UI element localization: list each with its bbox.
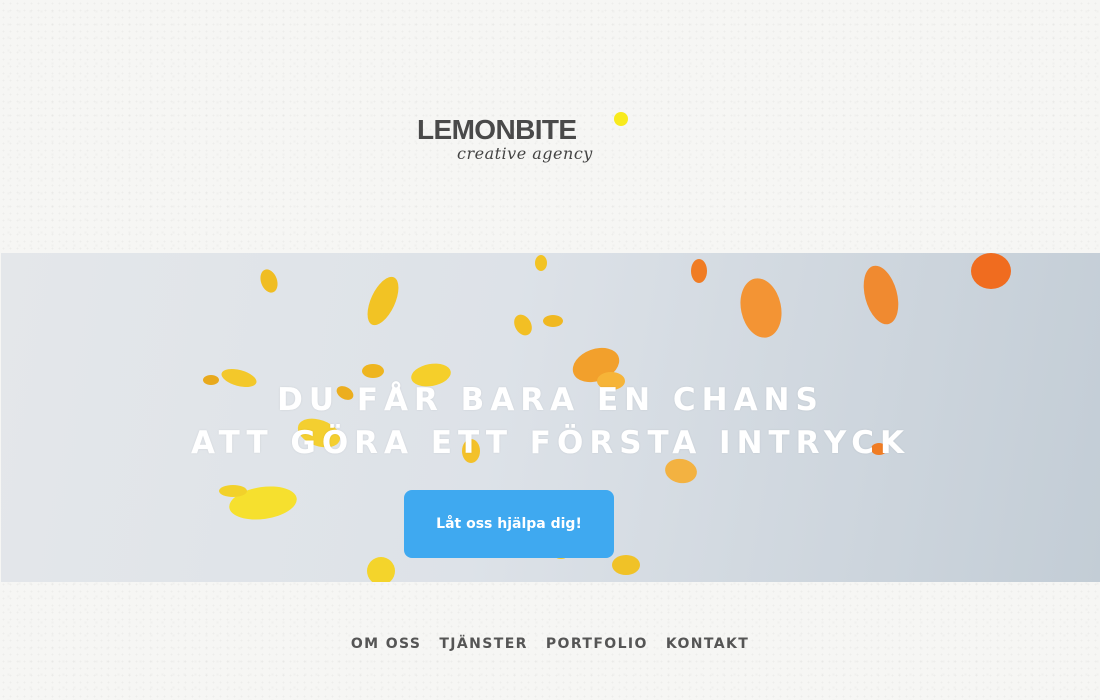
logo-wordmark: LEMONBITE	[417, 114, 577, 145]
hero-headline-line-2: ATT GÖRA ETT FÖRSTA INTRYCK	[191, 425, 910, 461]
nav-item-portfolio[interactable]: PORTFOLIO	[546, 636, 648, 652]
nav-item-tjanster[interactable]: TJÄNSTER	[439, 636, 528, 652]
hero-banner: DU FÅR BARA EN CHANS ATT GÖRA ETT FÖRSTA…	[1, 253, 1100, 582]
nav-item-kontakt[interactable]: KONTAKT	[666, 636, 749, 652]
hero-headline-line-1: DU FÅR BARA EN CHANS	[277, 382, 824, 418]
logo-dot	[614, 112, 628, 126]
main-nav: OM OSS TJÄNSTER PORTFOLIO KONTAKT	[0, 636, 1100, 652]
site-logo[interactable]: LEMONBITE creative agency	[417, 108, 637, 178]
hero-headline: DU FÅR BARA EN CHANS ATT GÖRA ETT FÖRSTA…	[1, 379, 1100, 465]
cta-button[interactable]: Låt oss hjälpa dig!	[404, 490, 614, 558]
logo-tagline: creative agency	[457, 144, 593, 163]
nav-item-om-oss[interactable]: OM OSS	[351, 636, 422, 652]
